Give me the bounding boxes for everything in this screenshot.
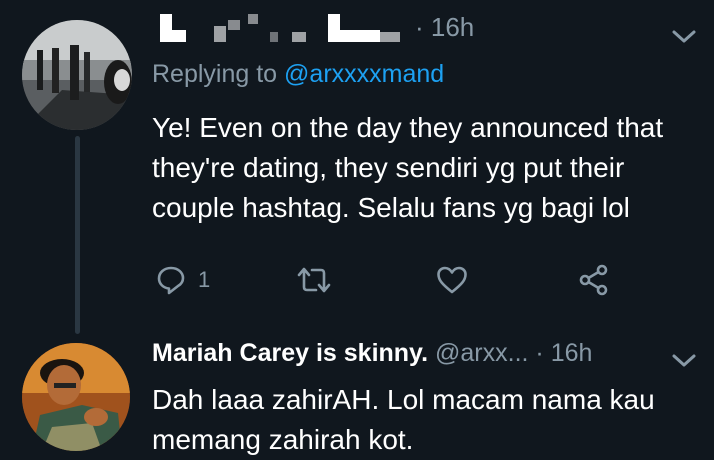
replying-to-label: Replying to bbox=[152, 60, 285, 88]
display-name[interactable]: Mariah Carey is skinny. bbox=[152, 339, 428, 367]
chevron-down-icon[interactable] bbox=[668, 348, 700, 372]
tweet-timestamp[interactable]: · 16h bbox=[535, 339, 592, 367]
avatar[interactable] bbox=[22, 343, 130, 451]
tweet-text: Dah laaa zahirAH. Lol macam nama kau mem… bbox=[152, 384, 655, 455]
user-handle[interactable]: @arxx... bbox=[435, 339, 528, 367]
replying-to: Replying to @arxxxxmand bbox=[152, 60, 444, 89]
tweet-timestamp[interactable]: · 16h bbox=[415, 12, 474, 43]
reply-count: 1 bbox=[198, 267, 211, 292]
share-icon bbox=[578, 264, 610, 296]
reply-button[interactable]: 1 bbox=[156, 258, 210, 302]
avatar-photo bbox=[22, 343, 130, 451]
retweet-icon bbox=[296, 265, 332, 295]
like-button[interactable] bbox=[436, 258, 468, 302]
avatar[interactable] bbox=[22, 20, 132, 130]
redacted-display-name[interactable] bbox=[152, 14, 412, 48]
tweet-text: Ye! Even on the day they announced that … bbox=[152, 112, 664, 223]
replying-to-handle[interactable]: @arxxxxmand bbox=[284, 60, 444, 88]
like-icon bbox=[436, 265, 468, 295]
avatar-photo bbox=[22, 20, 132, 130]
tweet[interactable]: · 16h Replying to @arxxxxmand Ye! Even o… bbox=[0, 0, 714, 320]
thread-line bbox=[75, 136, 80, 334]
tweet-actions: 1 bbox=[152, 258, 672, 302]
share-button[interactable] bbox=[578, 258, 610, 302]
retweet-button[interactable] bbox=[296, 258, 332, 302]
reply-icon bbox=[156, 265, 186, 295]
tweet-header: Mariah Carey is skinny. @arxx... · 16h bbox=[152, 339, 592, 368]
chevron-down-icon[interactable] bbox=[668, 24, 700, 48]
